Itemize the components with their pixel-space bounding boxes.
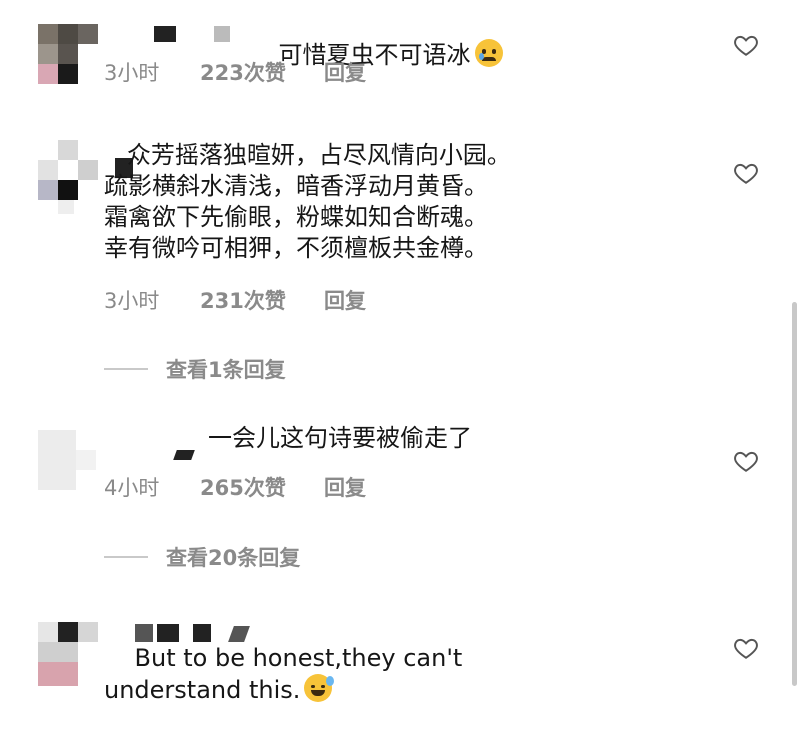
avatar[interactable] — [38, 430, 98, 490]
reply-button[interactable]: 回复 — [324, 285, 366, 315]
view-replies-label[interactable]: 查看20条回复 — [166, 542, 300, 572]
scrollbar[interactable] — [792, 302, 797, 686]
avatar[interactable] — [38, 24, 98, 84]
view-replies-label[interactable]: 查看1条回复 — [166, 354, 286, 384]
sweat-smile-icon — [304, 674, 335, 702]
avatar[interactable] — [38, 622, 98, 686]
reply-button[interactable]: 回复 — [324, 472, 366, 502]
divider-line — [104, 368, 148, 370]
comment-text: But to be honest,they can't understand t… — [104, 644, 463, 704]
like-heart-icon[interactable] — [733, 635, 759, 661]
comment-time: 3小时 — [104, 61, 160, 85]
reply-button[interactable]: 回复 — [324, 57, 366, 87]
divider-line — [104, 556, 148, 558]
comment-text: 可惜夏虫不可语冰 — [248, 8, 680, 102]
avatar[interactable] — [38, 140, 98, 214]
like-count[interactable]: 231次赞 — [200, 285, 324, 315]
like-count[interactable]: 223次赞 — [200, 57, 324, 87]
like-heart-icon[interactable] — [733, 448, 759, 474]
comment-meta: 3小时 231次赞 回复 — [104, 285, 366, 315]
username-redacted[interactable] — [173, 448, 205, 464]
comment-text: 一会儿这句诗要被偷走了 — [208, 424, 472, 452]
comment-text: 众芳摇落独暄妍，占尽风情向小园。 疏影横斜水清浅，暗香浮动月黄昏。 霜禽欲下先偷… — [104, 141, 511, 262]
crying-face-icon — [474, 39, 503, 67]
username-redacted[interactable] — [140, 26, 240, 46]
like-heart-icon[interactable] — [733, 32, 759, 58]
comment-time: 3小时 — [104, 289, 160, 313]
comment-meta: 3小时 223次赞 回复 — [104, 57, 366, 87]
like-heart-icon[interactable] — [733, 160, 759, 186]
like-count[interactable]: 265次赞 — [200, 472, 324, 502]
comment-meta: 4小时 265次赞 回复 — [104, 472, 366, 502]
view-replies-button[interactable]: 查看1条回复 — [104, 354, 286, 384]
view-replies-button[interactable]: 查看20条回复 — [104, 542, 300, 572]
comment-time: 4小时 — [104, 476, 160, 500]
